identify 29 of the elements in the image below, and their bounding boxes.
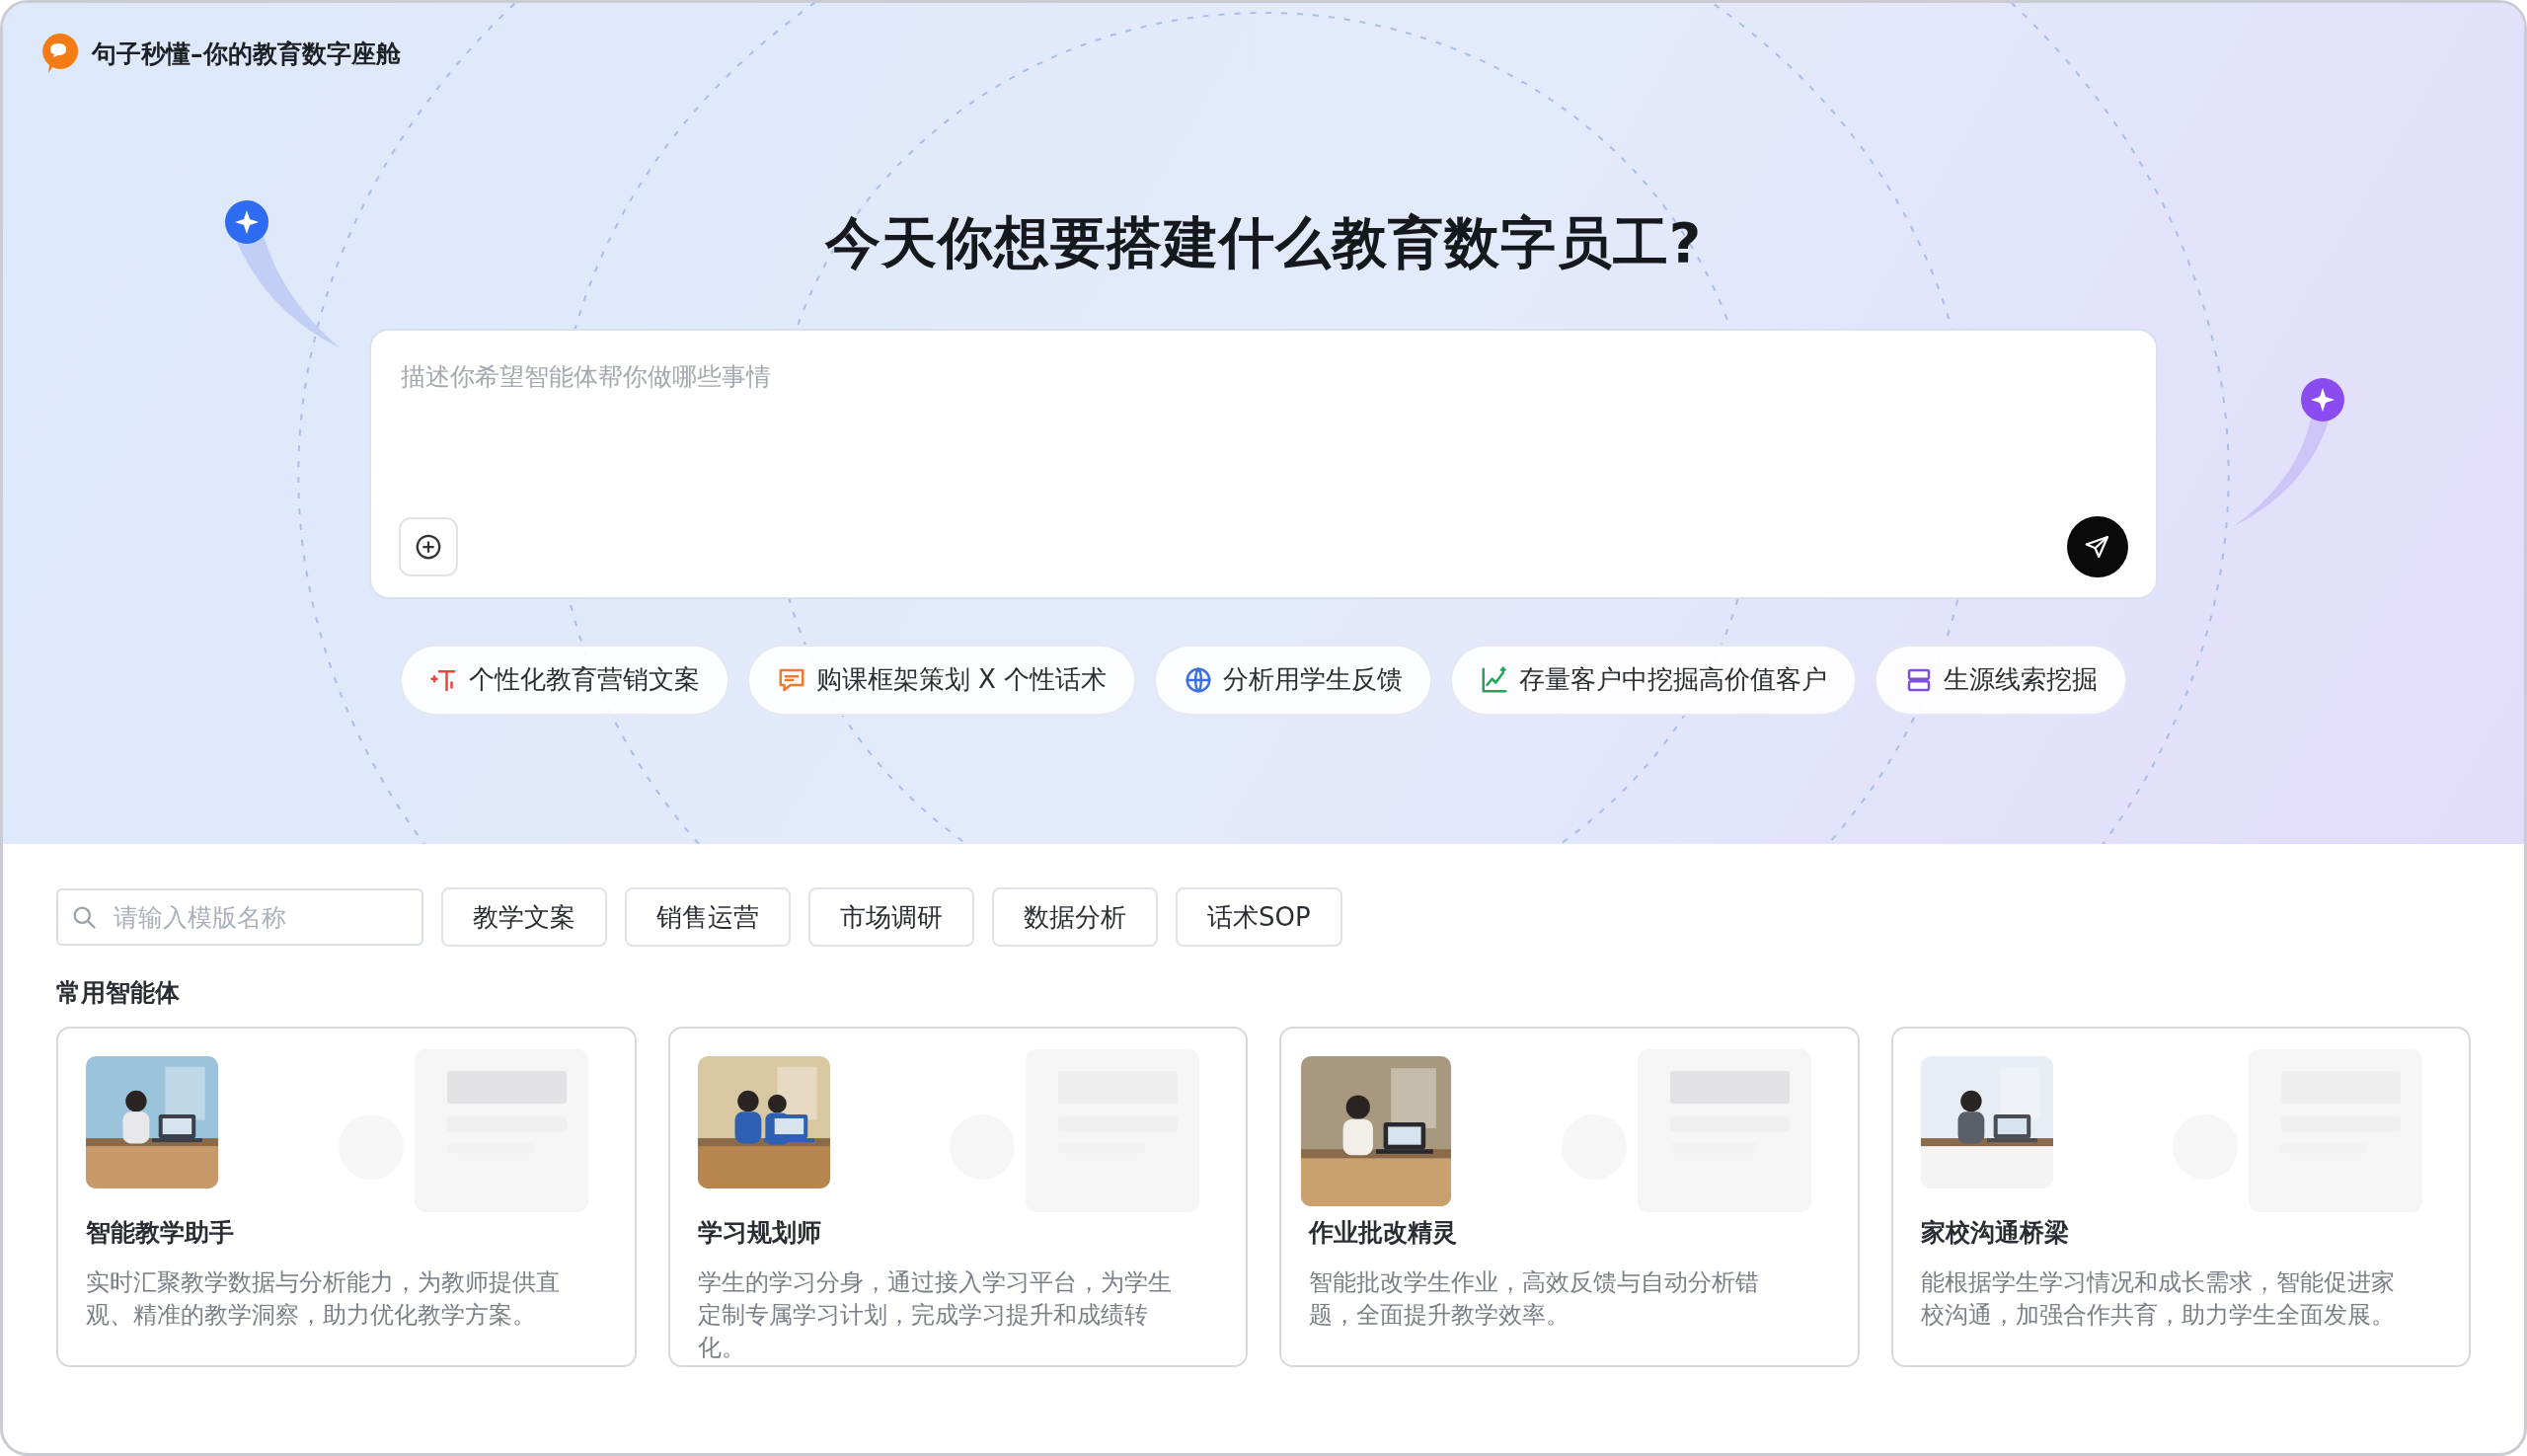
agent-description: 学生的学习分身，通过接入学习平台，为学生定制专属学习计划，完成学习提升和成绩转化。 <box>697 1267 1173 1363</box>
suggestion-chip[interactable]: 个性化教育营销文案 <box>399 644 729 716</box>
agent-description: 智能批改学生作业，高效反馈与自动分析错题，全面提升教学效率。 <box>1309 1267 1760 1331</box>
category-button[interactable]: 市场调研 <box>808 887 974 947</box>
category-button[interactable]: 教学文案 <box>441 887 607 947</box>
category-button[interactable]: 数据分析 <box>992 887 1158 947</box>
agent-card[interactable]: 智能教学助手 实时汇聚教学数据与分析能力，为教师提供直观、精准的教学洞察，助力优化教学方案。 <box>56 1027 637 1367</box>
agent-card[interactable]: 作业批改精灵 智能批改学生作业，高效反馈与自动分析错题，全面提升教学效率。 <box>1279 1027 1860 1367</box>
suggestion-chip[interactable]: 存量客户中挖掘高价值客户 <box>1450 644 1858 716</box>
agent-name: 家校沟通桥梁 <box>1920 1217 2070 1249</box>
search-field[interactable]: 请输入模版名称 <box>56 888 423 946</box>
agent-description: 实时汇聚教学数据与分析能力，为教师提供直观、精准的教学洞察，助力优化教学方案。 <box>86 1267 561 1331</box>
agent-name: 智能教学助手 <box>86 1217 235 1249</box>
suggestion-chip[interactable]: 购课框架策划 X 个性话术 <box>746 644 1137 716</box>
suggestion-chip[interactable]: 分析用学生反馈 <box>1154 644 1433 716</box>
add-button[interactable] <box>399 516 458 576</box>
agent-card[interactable]: 学习规划师 学生的学习分身，通过接入学习平台，为学生定制专属学习计划，完成学习提升和成绩转化。 <box>667 1027 1248 1367</box>
agent-name: 作业批改精灵 <box>1309 1217 1458 1249</box>
category-button[interactable]: 销售运营 <box>625 887 791 947</box>
prompt-box[interactable]: 描述你希望智能体帮你做哪些事情 <box>369 328 2158 599</box>
agent-description: 能根据学生学习情况和成长需求，智能促进家校沟通，加强合作共育，助力学生全面发展。 <box>1920 1267 2396 1331</box>
agent-card[interactable]: 家校沟通桥梁 能根据学生学习情况和成长需求，智能促进家校沟通，加强合作共育，助力学生全面发展。 <box>1890 1027 2471 1367</box>
app-title: 句子秒懂–你的教育数字座舱 <box>92 38 401 70</box>
hero-heading: 今天你想要搭建什么教育数字员工? <box>824 212 1703 273</box>
suggestion-chip[interactable]: 生源线索挖掘 <box>1875 644 2128 716</box>
section-title: 常用智能体 <box>56 977 181 1009</box>
prompt-field[interactable]: 描述你希望智能体帮你做哪些事情 <box>399 357 2128 516</box>
category-button[interactable]: 话术SOP <box>1176 887 1342 947</box>
agent-name: 学习规划师 <box>697 1217 822 1249</box>
